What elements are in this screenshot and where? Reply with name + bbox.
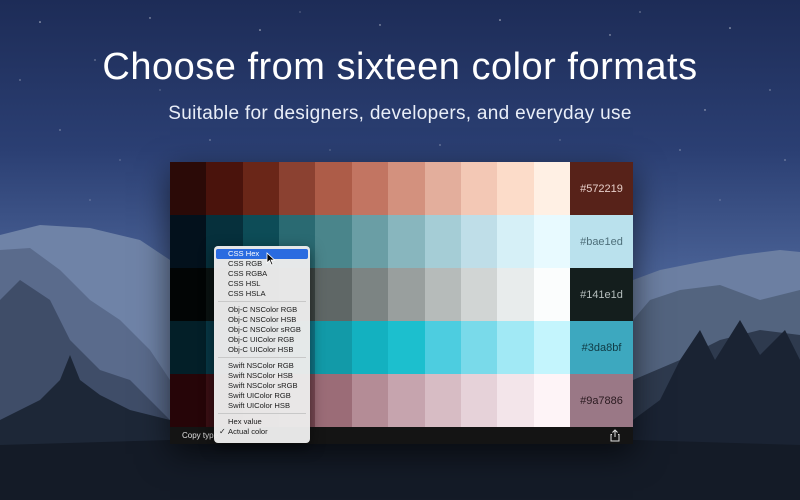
menu-item[interactable]: CSS HSL — [216, 279, 308, 289]
menu-item-label: CSS RGBA — [228, 269, 268, 278]
color-swatch[interactable] — [170, 374, 207, 427]
color-swatch[interactable] — [315, 374, 352, 427]
color-swatch[interactable] — [460, 321, 498, 374]
menu-item[interactable]: Swift NSColor sRGB — [216, 381, 308, 391]
color-swatch[interactable] — [533, 162, 570, 215]
menu-item-label: Obj-C NSColor HSB — [228, 315, 297, 324]
color-swatch[interactable] — [388, 162, 425, 215]
subheadline: Suitable for designers, developers, and … — [168, 103, 632, 124]
menu-separator — [218, 301, 306, 302]
menu-item[interactable]: Obj-C UIColor RGB — [216, 335, 308, 345]
color-swatch[interactable] — [170, 268, 207, 321]
color-swatch[interactable] — [315, 268, 352, 321]
color-swatch[interactable] — [351, 321, 389, 374]
color-swatch[interactable] — [388, 268, 425, 321]
color-swatch[interactable] — [279, 162, 316, 215]
color-swatch[interactable] — [424, 321, 461, 374]
color-swatch[interactable] — [460, 374, 498, 427]
color-swatch[interactable] — [170, 162, 207, 215]
menu-item-label: Hex value — [228, 417, 262, 426]
color-swatch[interactable] — [497, 268, 534, 321]
color-swatch[interactable] — [351, 268, 389, 321]
menu-item-label: CSS HSLA — [228, 289, 266, 298]
hex-value-cell[interactable]: #9a7886 — [570, 374, 633, 427]
copy-format-menu: CSS Hex CSS RGB CSS RGBA CSS HSL CSS HSLA Obj… — [214, 246, 310, 443]
menu-item-label: Obj-C UIColor HSB — [228, 345, 294, 354]
menu-item[interactable]: Swift UIColor HSB — [216, 401, 308, 411]
hex-value-cell[interactable]: #572219 — [570, 162, 633, 215]
color-swatch[interactable] — [388, 374, 425, 427]
menu-item[interactable]: Hex value — [216, 417, 308, 427]
menu-item-label: CSS RGB — [228, 259, 263, 268]
color-swatch[interactable] — [460, 215, 498, 268]
color-swatch[interactable] — [497, 321, 534, 374]
menu-item-label: Obj-C NSColor RGB — [228, 305, 298, 314]
menu-item-label: Obj-C NSColor sRGB — [228, 325, 301, 334]
menu-item-label: CSS HSL — [228, 279, 261, 288]
menu-item-label: Swift UIColor RGB — [228, 391, 291, 400]
color-swatch[interactable] — [424, 268, 461, 321]
color-swatch[interactable] — [533, 321, 570, 374]
menu-item-label: Swift NSColor HSB — [228, 371, 293, 380]
hex-value-cell[interactable]: #141e1d — [570, 268, 633, 321]
color-swatch[interactable] — [206, 162, 243, 215]
hex-value-cell[interactable]: #bae1ed — [570, 215, 633, 268]
menu-item-label: Swift NSColor sRGB — [228, 381, 298, 390]
menu-item-label: CSS Hex — [228, 249, 260, 258]
menu-separator — [218, 357, 306, 358]
color-swatch[interactable] — [242, 162, 280, 215]
color-swatch[interactable] — [351, 215, 389, 268]
color-swatch[interactable] — [388, 321, 425, 374]
menu-item[interactable]: Obj-C NSColor RGB — [216, 305, 308, 315]
color-swatch[interactable] — [424, 374, 461, 427]
menu-item[interactable]: Swift NSColor HSB — [216, 371, 308, 381]
color-swatch[interactable] — [170, 321, 207, 374]
menu-item-label: Swift NSColor RGB — [228, 361, 294, 370]
color-swatch[interactable] — [497, 215, 534, 268]
menu-separator — [218, 413, 306, 414]
headline: Choose from sixteen color formats — [102, 46, 698, 88]
palette-row: #572219 — [170, 162, 633, 215]
share-icon[interactable] — [609, 429, 621, 442]
menu-item[interactable]: CSS Hex — [216, 249, 308, 259]
menu-item[interactable]: Obj-C NSColor HSB — [216, 315, 308, 325]
color-swatch[interactable] — [533, 215, 570, 268]
checkmark-icon: ✓ — [219, 427, 226, 436]
copy-type-label[interactable]: Copy type — [182, 431, 218, 440]
color-swatch[interactable] — [497, 374, 534, 427]
hex-value-cell[interactable]: #3da8bf — [570, 321, 633, 374]
menu-item[interactable]: Obj-C UIColor HSB — [216, 345, 308, 355]
color-swatch[interactable] — [424, 162, 461, 215]
color-swatch[interactable] — [533, 374, 570, 427]
color-swatch[interactable] — [497, 162, 534, 215]
color-swatch[interactable] — [351, 162, 389, 215]
menu-item[interactable]: Swift NSColor RGB — [216, 361, 308, 371]
color-swatch[interactable] — [424, 215, 461, 268]
color-swatch[interactable] — [460, 268, 498, 321]
color-swatch[interactable] — [460, 162, 498, 215]
menu-item[interactable]: CSS HSLA — [216, 289, 308, 299]
menu-item[interactable]: Obj-C NSColor sRGB — [216, 325, 308, 335]
color-swatch[interactable] — [351, 374, 389, 427]
menu-item-label: Obj-C UIColor RGB — [228, 335, 295, 344]
menu-item-label: Swift UIColor HSB — [228, 401, 291, 410]
color-swatch[interactable] — [170, 215, 207, 268]
menu-item[interactable]: ✓ Actual color — [216, 427, 308, 437]
menu-item[interactable]: CSS RGBA — [216, 269, 308, 279]
cursor-icon — [266, 252, 276, 266]
color-swatch[interactable] — [533, 268, 570, 321]
color-swatch[interactable] — [388, 215, 425, 268]
color-swatch[interactable] — [315, 215, 352, 268]
color-swatch[interactable] — [315, 321, 352, 374]
menu-item[interactable]: Swift UIColor RGB — [216, 391, 308, 401]
menu-item[interactable]: CSS RGB — [216, 259, 308, 269]
color-swatch[interactable] — [315, 162, 352, 215]
